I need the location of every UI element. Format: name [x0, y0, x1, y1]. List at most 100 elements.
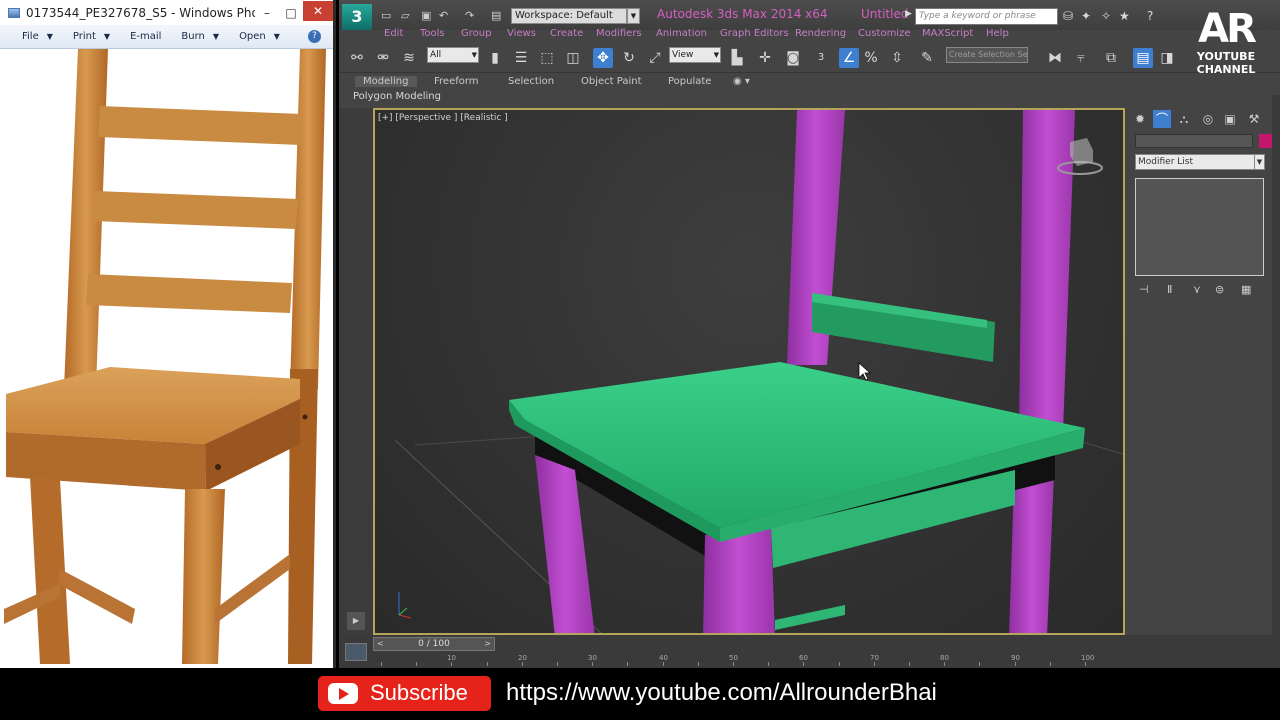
menu-edit[interactable]: Edit — [384, 28, 403, 39]
play-icon[interactable]: ▶ — [347, 612, 365, 630]
tab-populate[interactable]: Populate — [668, 76, 711, 87]
binoculars-icon[interactable]: ⛁ — [1063, 9, 1073, 23]
bind-space-warp-icon[interactable]: ≋ — [399, 48, 419, 68]
move-gizmo-icon[interactable]: ✛ — [755, 48, 775, 68]
select-and-scale-icon[interactable]: ⤢ — [645, 48, 665, 68]
configure-modifier-sets-icon[interactable]: ▦ — [1241, 283, 1251, 296]
timeline-ruler[interactable]: 10 20 30 40 50 60 70 80 90 100 — [381, 653, 1125, 668]
reference-coordinate-dropdown[interactable]: View ▼ — [669, 47, 721, 63]
create-tab-icon[interactable]: ✹ — [1131, 110, 1149, 128]
new-file-icon[interactable]: ▭ — [381, 9, 391, 22]
curve-editor-icon[interactable]: ◨ — [1157, 48, 1177, 68]
maximize-button[interactable]: □ — [279, 6, 303, 20]
frame-display: 0 / 100 — [418, 639, 450, 649]
align-icon[interactable]: ⫧ — [1071, 48, 1091, 68]
selection-filter-dropdown[interactable]: All ▼ — [427, 47, 479, 63]
menu-maxscript[interactable]: MAXScript — [922, 28, 973, 39]
communication-icon[interactable]: ✧ — [1101, 9, 1111, 23]
main-toolbar: ⚯ ⚮ ≋ All ▼ ▮ ☰ ⬚ ◫ ✥ ↻ ⤢ View ▼ ▙ ✛ ◙ 3… — [339, 43, 1280, 73]
timeline-tick-label: 80 — [940, 654, 949, 662]
search-input[interactable]: Type a keyword or phrase — [915, 8, 1058, 25]
menu-animation[interactable]: Animation — [656, 28, 707, 39]
select-and-move-icon[interactable]: ✥ — [593, 48, 613, 68]
snaps-toggle-icon[interactable]: 3 — [811, 48, 831, 68]
tab-selection[interactable]: Selection — [508, 76, 554, 87]
tab-modeling[interactable]: Modeling — [355, 76, 417, 87]
unlink-icon[interactable]: ⚮ — [373, 48, 393, 68]
time-slider[interactable]: < 0 / 100 > — [373, 637, 495, 651]
subscribe-button[interactable]: Subscribe — [318, 676, 491, 711]
help-icon[interactable]: ? — [308, 30, 321, 43]
help-icon[interactable]: ? — [1147, 9, 1153, 23]
project-folder-icon[interactable]: ▤ — [491, 9, 501, 22]
select-object-icon[interactable]: ▮ — [485, 48, 505, 68]
edit-named-selection-icon[interactable]: ✎ — [917, 48, 937, 68]
timeline-tick — [944, 662, 945, 666]
menu-open-label: Open — [239, 31, 266, 42]
menu-tools[interactable]: Tools — [420, 28, 445, 39]
menu-views[interactable]: Views — [507, 28, 536, 39]
select-by-name-icon[interactable]: ☰ — [511, 48, 531, 68]
angle-snap-icon[interactable]: ∠ — [839, 48, 859, 68]
pivot-point-icon[interactable]: ▙ — [727, 48, 747, 68]
keyboard-shortcut-override-icon[interactable]: ◙ — [783, 48, 803, 68]
display-tab-icon[interactable]: ▣ — [1221, 110, 1239, 128]
workspace-dropdown[interactable]: Workspace: Default ▼ — [511, 8, 640, 24]
mini-curve-editor-icon[interactable] — [345, 643, 367, 661]
modifier-list-dropdown[interactable]: Modifier List ▼ — [1135, 154, 1265, 170]
named-selection-sets-input[interactable]: Create Selection Se — [946, 47, 1028, 63]
close-button[interactable]: ✕ — [303, 0, 333, 21]
prev-frame-icon[interactable]: < — [377, 638, 384, 650]
next-frame-icon[interactable]: > — [484, 638, 491, 650]
modifier-stack[interactable] — [1135, 178, 1264, 276]
modify-tab-icon[interactable]: ⌒ — [1153, 110, 1171, 128]
menu-open[interactable]: Open ▼ — [239, 31, 280, 42]
open-file-icon[interactable]: ▱ — [401, 9, 409, 22]
subscription-icon[interactable]: ✦ — [1081, 9, 1091, 23]
layer-manager-icon[interactable]: ⧉ — [1101, 48, 1121, 68]
tab-object-paint[interactable]: Object Paint — [581, 76, 642, 87]
save-file-icon[interactable]: ▣ — [421, 9, 431, 22]
spinner-snap-icon[interactable]: ⇳ — [887, 48, 907, 68]
menu-print[interactable]: Print ▼ — [73, 31, 110, 42]
favorites-star-icon[interactable]: ★ — [1119, 9, 1130, 23]
menu-file[interactable]: File ▼ — [22, 31, 53, 42]
minimize-button[interactable]: – — [255, 6, 279, 20]
object-name-field[interactable] — [1135, 134, 1253, 148]
selection-filter-value: All — [430, 50, 442, 60]
link-icon[interactable]: ⚯ — [347, 48, 367, 68]
redo-icon[interactable]: ↷ — [465, 9, 474, 22]
mirror-icon[interactable]: ⧓ — [1045, 48, 1065, 68]
menu-modifiers[interactable]: Modifiers — [596, 28, 642, 39]
menu-group[interactable]: Group — [461, 28, 491, 39]
hierarchy-tab-icon[interactable]: ⛬ — [1175, 110, 1193, 128]
timeline-tick — [557, 662, 558, 666]
menu-create[interactable]: Create — [550, 28, 583, 39]
menu-email[interactable]: E-mail — [130, 31, 161, 42]
object-color-swatch[interactable] — [1259, 134, 1273, 148]
tab-freeform[interactable]: Freeform — [434, 76, 479, 87]
menu-graph-editors[interactable]: Graph Editors — [720, 28, 789, 39]
ribbon-panel-polygon-modeling[interactable]: Polygon Modeling — [339, 91, 1280, 106]
timeline-tick — [1050, 662, 1051, 666]
show-end-result-icon[interactable]: Ⅱ — [1167, 283, 1172, 296]
menu-customize[interactable]: Customize — [858, 28, 911, 39]
window-crossing-icon[interactable]: ◫ — [563, 48, 583, 68]
undo-icon[interactable]: ↶ — [439, 9, 448, 22]
percent-snap-icon[interactable]: % — [861, 48, 881, 68]
viewport-label[interactable]: [+] [Perspective ] [Realistic ] — [378, 113, 508, 123]
chevron-down-icon: ▼ — [212, 32, 220, 41]
pin-stack-icon[interactable]: ⊣ — [1139, 283, 1149, 296]
select-and-rotate-icon[interactable]: ↻ — [619, 48, 639, 68]
rectangular-selection-icon[interactable]: ⬚ — [537, 48, 557, 68]
motion-tab-icon[interactable]: ◎ — [1199, 110, 1217, 128]
graphite-toolbar-icon[interactable]: ▤ — [1133, 48, 1153, 68]
menu-burn[interactable]: Burn ▼ — [181, 31, 219, 42]
make-unique-icon[interactable]: ⋎ — [1193, 283, 1201, 296]
remove-modifier-icon[interactable]: ⊜ — [1215, 283, 1224, 296]
menu-rendering[interactable]: Rendering — [795, 28, 846, 39]
ribbon-options-icon[interactable]: ◉ ▾ — [733, 76, 750, 87]
utilities-tab-icon[interactable]: ⚒ — [1245, 110, 1263, 128]
perspective-viewport[interactable]: [+] [Perspective ] [Realistic ] — [373, 108, 1125, 635]
menu-help[interactable]: Help — [986, 28, 1009, 39]
